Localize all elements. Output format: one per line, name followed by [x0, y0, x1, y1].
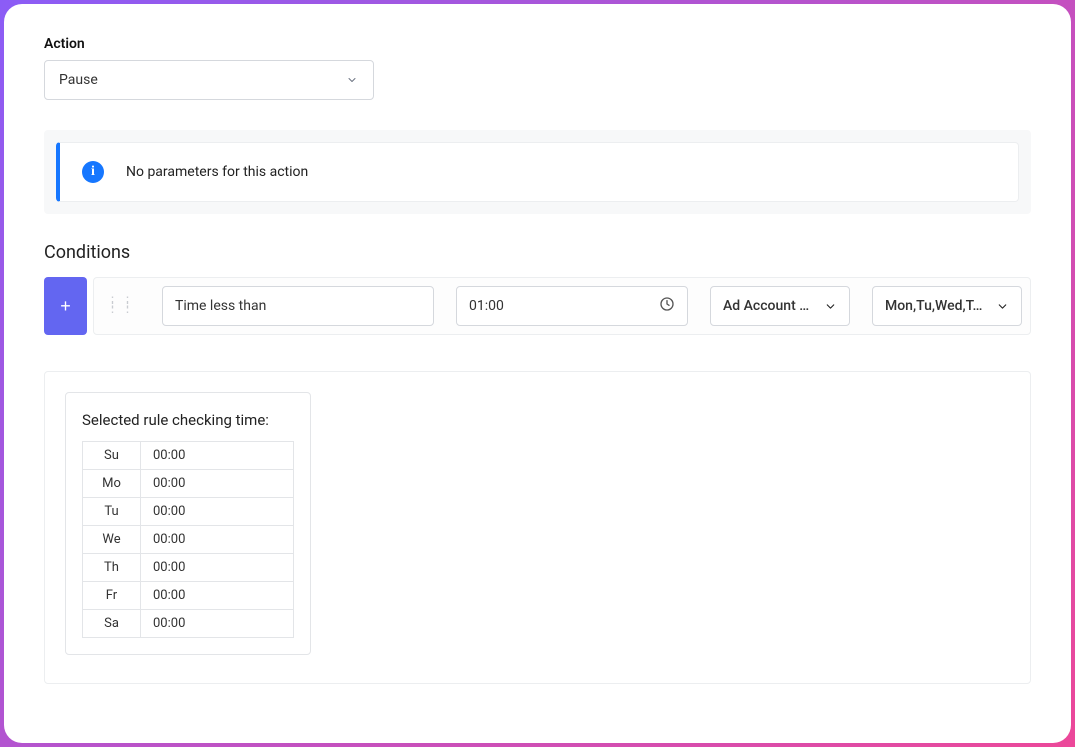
- schedule-day: We: [83, 526, 141, 554]
- chevron-down-icon: [345, 73, 359, 87]
- clock-icon: [659, 296, 675, 316]
- condition-timezone-value: Ad Account …: [723, 298, 815, 314]
- schedule-row: Fr00:00: [83, 582, 294, 610]
- condition-time-value: 01:00: [469, 298, 651, 314]
- info-icon: i: [82, 161, 104, 183]
- schedule-day: Mo: [83, 470, 141, 498]
- schedule-row: Su00:00: [83, 442, 294, 470]
- schedule-row: Th00:00: [83, 554, 294, 582]
- schedule-row: Sa00:00: [83, 610, 294, 638]
- action-select-value: Pause: [59, 72, 345, 88]
- schedule-time: 00:00: [141, 610, 294, 638]
- add-condition-button[interactable]: +: [44, 277, 87, 335]
- schedule-title: Selected rule checking time:: [82, 411, 294, 429]
- drag-handle-icon[interactable]: ⋮⋮⋮⋮: [102, 300, 140, 312]
- info-panel-wrap: i No parameters for this action: [44, 130, 1031, 214]
- schedule-time: 00:00: [141, 470, 294, 498]
- schedule-row: We00:00: [83, 526, 294, 554]
- chevron-down-icon: [995, 299, 1009, 313]
- conditions-title: Conditions: [44, 242, 1031, 263]
- condition-row: + ⋮⋮⋮⋮ 01:00 Ad Account … Mon,Tu,Wed,T…: [44, 277, 1031, 335]
- schedule-row: Mo00:00: [83, 470, 294, 498]
- schedule-time: 00:00: [141, 526, 294, 554]
- schedule-row: Tu00:00: [83, 498, 294, 526]
- info-panel: i No parameters for this action: [56, 142, 1019, 202]
- window: Action Pause i No parameters for this ac…: [4, 4, 1071, 743]
- condition-days-value: Mon,Tu,Wed,T…: [885, 298, 987, 314]
- action-label: Action: [44, 36, 1031, 52]
- schedule-time: 00:00: [141, 582, 294, 610]
- schedule-time: 00:00: [141, 498, 294, 526]
- condition-body: ⋮⋮⋮⋮ 01:00 Ad Account … Mon,Tu,Wed,T…: [93, 277, 1031, 335]
- condition-time-field[interactable]: 01:00: [456, 286, 688, 326]
- condition-metric-input[interactable]: [162, 286, 434, 326]
- action-select[interactable]: Pause: [44, 60, 374, 100]
- schedule-day: Fr: [83, 582, 141, 610]
- schedule-day: Tu: [83, 498, 141, 526]
- schedule-time: 00:00: [141, 442, 294, 470]
- info-text: No parameters for this action: [126, 164, 308, 180]
- schedule-table: Su00:00Mo00:00Tu00:00We00:00Th00:00Fr00:…: [82, 441, 294, 638]
- schedule-day: Th: [83, 554, 141, 582]
- chevron-down-icon: [823, 299, 837, 313]
- schedule-day: Sa: [83, 610, 141, 638]
- schedule-time: 00:00: [141, 554, 294, 582]
- condition-timezone-select[interactable]: Ad Account …: [710, 286, 850, 326]
- schedule-panel: Selected rule checking time: Su00:00Mo00…: [44, 371, 1031, 684]
- schedule-day: Su: [83, 442, 141, 470]
- condition-days-select[interactable]: Mon,Tu,Wed,T…: [872, 286, 1022, 326]
- schedule-card: Selected rule checking time: Su00:00Mo00…: [65, 392, 311, 655]
